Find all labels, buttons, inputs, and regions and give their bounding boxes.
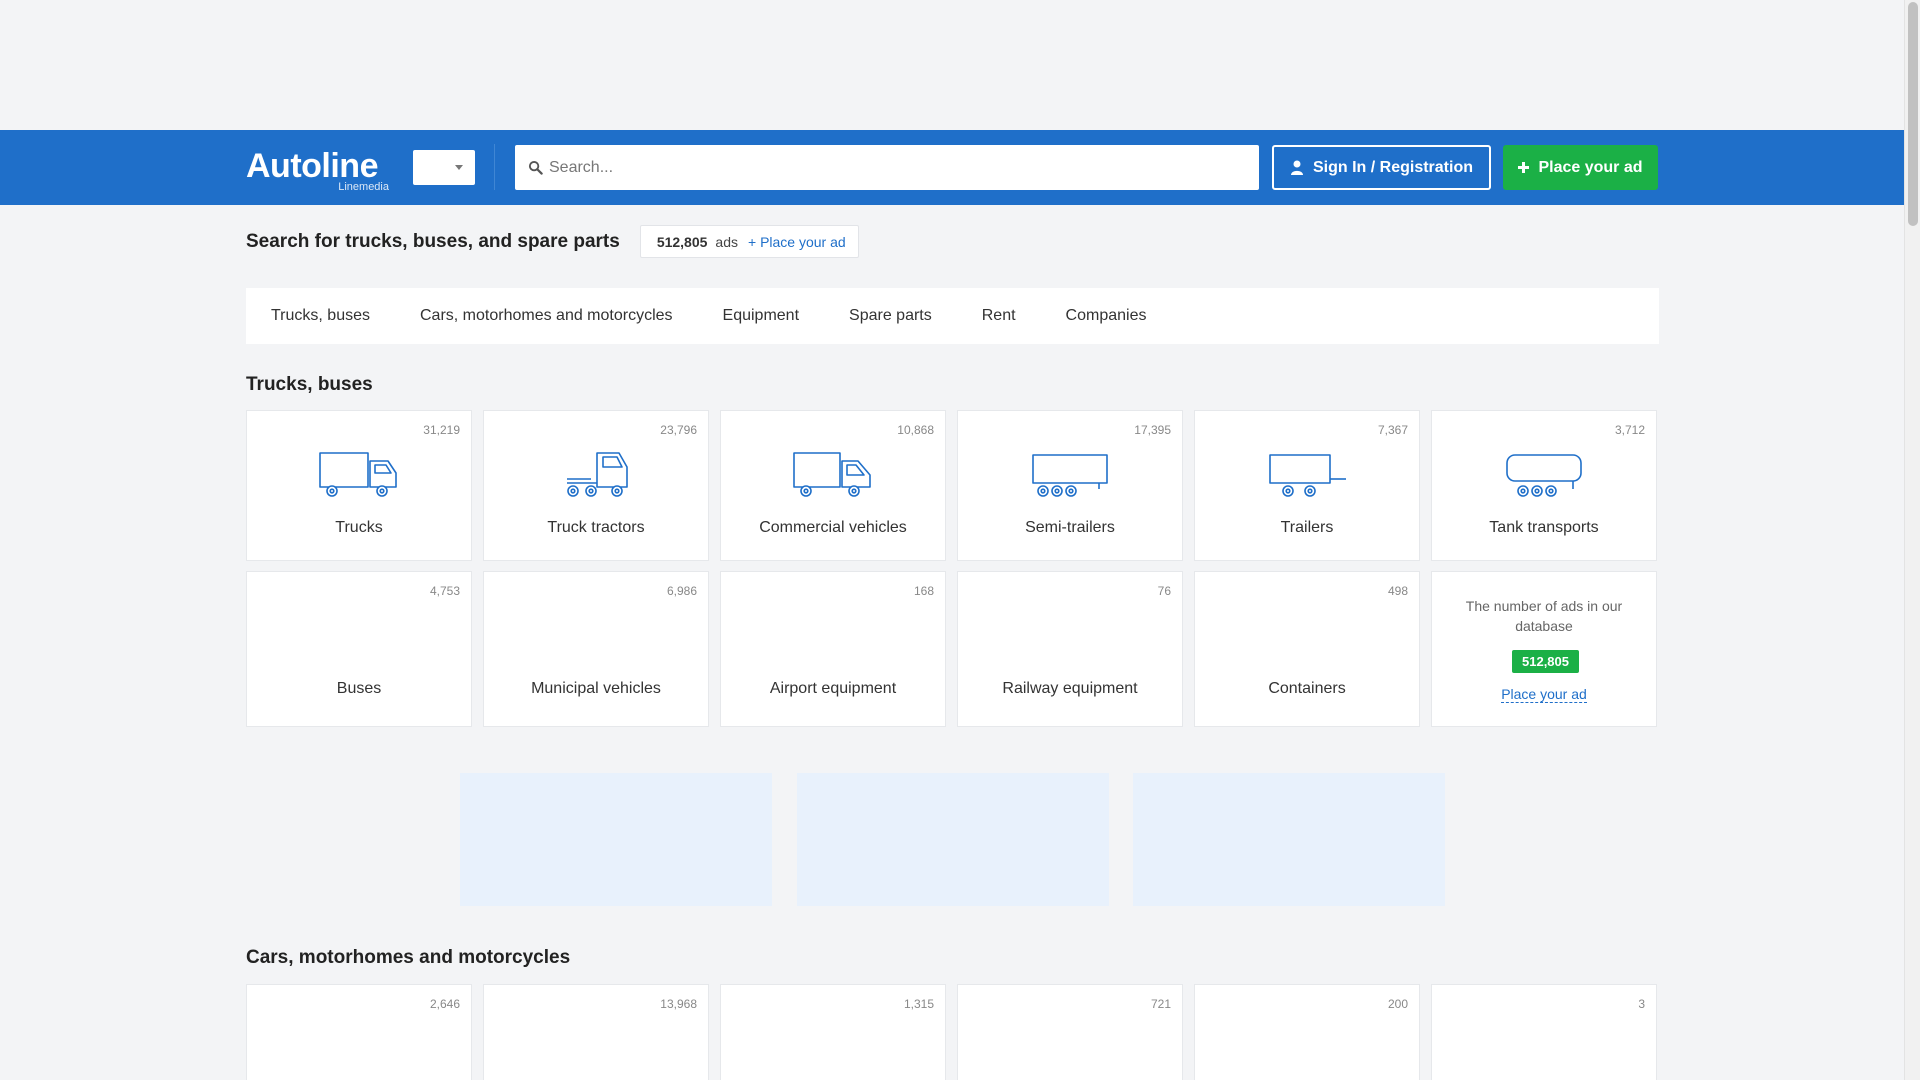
category-card-airport-equipment[interactable]: 168 Airport equipment [720, 571, 946, 727]
category-card-trucks[interactable]: 31,219 Trucks [246, 410, 472, 561]
van-icon [793, 452, 871, 497]
category-card-truck-tractors[interactable]: 23,796 Truck tractors [483, 410, 709, 561]
category-card[interactable]: 2,646 [246, 984, 472, 1080]
semi-trailer-icon [1032, 454, 1108, 497]
category-count: 2,646 [429, 997, 460, 1011]
trailer-icon [1269, 454, 1346, 497]
tab-rent[interactable]: Rent [982, 307, 1016, 325]
place-ad-button[interactable]: Place your ad [1503, 145, 1658, 190]
truck-icon [319, 452, 397, 497]
promo-banner[interactable] [1133, 773, 1445, 906]
place-ad-link[interactable]: + Place your ad [748, 234, 846, 250]
category-count: 17,395 [1134, 423, 1171, 437]
category-tabs: Trucks, buses Cars, motorhomes and motor… [246, 288, 1659, 344]
top-ad-space [0, 0, 1920, 130]
ads-counter: 512,805 ads + Place your ad [639, 225, 859, 258]
tank-trailer-icon [1506, 454, 1582, 497]
category-card[interactable]: 200 [1194, 984, 1420, 1080]
category-count: 3 [1638, 997, 1645, 1011]
category-card-railway-equipment[interactable]: 76 Railway equipment [957, 571, 1183, 727]
tab-trucks-buses[interactable]: Trucks, buses [271, 307, 370, 325]
category-card-commercial-vehicles[interactable]: 10,868 Commercial vehicles [720, 410, 946, 561]
plus-icon [1518, 162, 1530, 173]
language-selector[interactable] [413, 150, 475, 185]
hero-row: Search for trucks, buses, and spare part… [246, 224, 859, 259]
section-title-trucks: Trucks, buses [246, 374, 373, 395]
category-count: 1,315 [903, 997, 934, 1011]
user-icon [1290, 160, 1303, 175]
category-count: 10,868 [897, 423, 934, 437]
category-count: 7,367 [1377, 423, 1408, 437]
category-card[interactable]: 3 [1431, 984, 1657, 1080]
category-count: 4,753 [429, 584, 460, 598]
category-card-municipal-vehicles[interactable]: 6,986 Municipal vehicles [483, 571, 709, 727]
category-card-trailers[interactable]: 7,367 Trailers [1194, 410, 1420, 561]
autoline-logo[interactable]: Autoline Linemedia [246, 147, 391, 193]
category-card[interactable]: 13,968 [483, 984, 709, 1080]
ads-label: ads [715, 233, 738, 250]
category-label: Trucks [335, 519, 383, 536]
category-label: Tank transports [1489, 519, 1599, 536]
ads-total-card: The number of ads in our database 512,80… [1431, 571, 1657, 727]
category-label: Semi-trailers [1025, 519, 1115, 536]
category-label: Commercial vehicles [759, 519, 907, 536]
signin-button[interactable]: Sign In / Registration [1272, 145, 1491, 190]
category-label: Municipal vehicles [531, 680, 661, 697]
search-input[interactable] [549, 145, 1249, 190]
category-card[interactable]: 1,315 [720, 984, 946, 1080]
category-label: Airport equipment [769, 680, 897, 697]
category-label: Buses [336, 680, 382, 697]
category-count: 76 [1157, 584, 1171, 598]
logo-subtitle: Linemedia [338, 181, 389, 193]
tab-equipment[interactable]: Equipment [723, 307, 800, 325]
ads-total-badge: 512,805 [1512, 650, 1579, 673]
header-divider [494, 144, 495, 190]
category-count: 200 [1387, 997, 1408, 1011]
category-card-tank-transports[interactable]: 3,712 Tank transports [1431, 410, 1657, 561]
ads-count: 512,805 [656, 233, 708, 250]
promo-banner[interactable] [797, 773, 1109, 906]
category-count: 31,219 [423, 423, 460, 437]
page-title: Search for trucks, buses, and spare part… [246, 230, 620, 252]
chevron-down-icon [455, 165, 463, 170]
category-count: 498 [1387, 584, 1408, 598]
site-header: Autoline Linemedia Sign In / Registratio… [0, 130, 1904, 205]
search-box [515, 145, 1259, 190]
logo-text: Autoline [246, 147, 378, 185]
category-count: 721 [1150, 997, 1171, 1011]
category-label: Trailers [1280, 519, 1334, 536]
truck-tractor-icon [567, 452, 628, 497]
section-title-cars: Cars, motorhomes and motorcycles [246, 947, 571, 968]
category-card-containers[interactable]: 498 Containers [1194, 571, 1420, 727]
category-count: 168 [913, 584, 934, 598]
category-card-semi-trailers[interactable]: 17,395 Semi-trailers [957, 410, 1183, 561]
signin-label: Sign In / Registration [1312, 158, 1473, 176]
category-card-buses[interactable]: 4,753 Buses [246, 571, 472, 727]
tab-spare-parts[interactable]: Spare parts [849, 307, 932, 325]
category-count: 13,968 [660, 997, 697, 1011]
ads-total-text: The number of ads in our database [1465, 598, 1623, 634]
category-count: 6,986 [666, 584, 697, 598]
place-ad-card-link[interactable]: Place your ad [1501, 686, 1587, 703]
category-label: Truck tractors [547, 519, 645, 536]
page-scrollbar[interactable] [1904, 0, 1920, 1080]
promo-banner[interactable] [460, 773, 772, 906]
tab-cars[interactable]: Cars, motorhomes and motorcycles [420, 307, 673, 325]
category-label: Containers [1268, 680, 1346, 697]
category-count: 3,712 [1614, 423, 1645, 437]
scrollbar-thumb[interactable] [1908, 2, 1918, 226]
search-icon [528, 160, 543, 175]
category-count: 23,796 [660, 423, 697, 437]
tab-companies[interactable]: Companies [1066, 307, 1147, 325]
category-card[interactable]: 721 [957, 984, 1183, 1080]
place-ad-label: Place your ad [1538, 158, 1643, 176]
category-label: Railway equipment [1002, 680, 1138, 697]
